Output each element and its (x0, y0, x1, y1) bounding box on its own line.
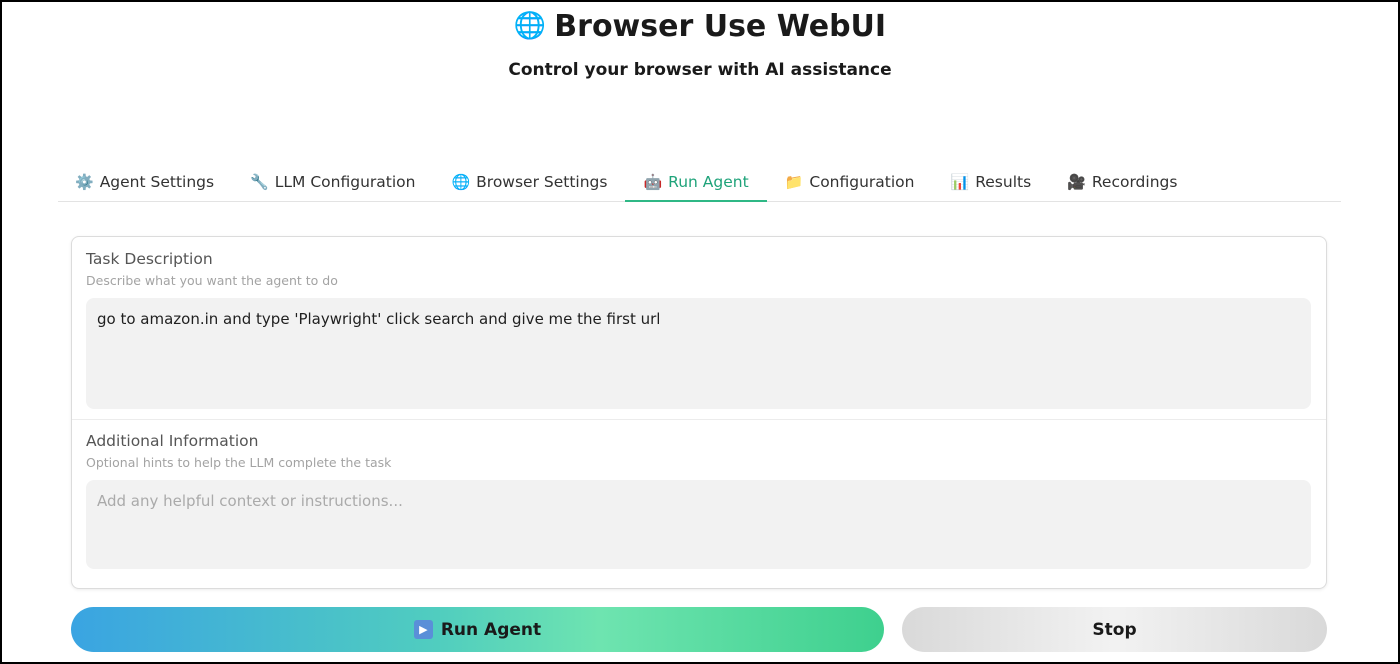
wrench-icon: 🔧 (250, 173, 269, 191)
app-window: 🌐 Browser Use WebUI Control your browser… (0, 0, 1400, 664)
tab-label: LLM Configuration (274, 173, 416, 191)
tab-recordings[interactable]: 🎥 Recordings (1049, 164, 1195, 202)
tab-configuration[interactable]: 📁 Configuration (767, 164, 933, 202)
additional-information-label: Additional Information (86, 432, 259, 450)
task-description-input[interactable]: go to amazon.in and type 'Playwright' cl… (86, 298, 1311, 409)
task-description-hint: Describe what you want the agent to do (86, 273, 338, 288)
tab-label: Agent Settings (99, 173, 215, 191)
run-agent-button[interactable]: ▶ Run Agent (71, 607, 884, 652)
stop-button-label: Stop (1092, 619, 1137, 640)
tab-results[interactable]: 📊 Results (933, 164, 1050, 202)
gear-icon: ⚙️ (75, 173, 94, 191)
task-description-section: Task Description Describe what you want … (72, 237, 1326, 409)
tab-label: Configuration (809, 173, 915, 191)
additional-information-hint: Optional hints to help the LLM complete … (86, 455, 392, 470)
additional-information-input[interactable]: Add any helpful context or instructions.… (86, 480, 1311, 569)
stop-button[interactable]: Stop (902, 607, 1327, 652)
page-title: 🌐 Browser Use WebUI (514, 6, 886, 46)
task-description-label: Task Description (86, 250, 213, 268)
page-subtitle: Control your browser with AI assistance (508, 60, 892, 80)
tab-browser-settings[interactable]: 🌐 Browser Settings (433, 164, 625, 202)
play-icon: ▶ (413, 620, 433, 639)
tab-label: Recordings (1091, 173, 1178, 191)
globe-icon: 🌐 (451, 173, 471, 191)
folder-icon: 📁 (784, 173, 804, 191)
page-title-text: Browser Use WebUI (554, 8, 887, 44)
run-agent-panel: Task Description Describe what you want … (71, 236, 1327, 589)
run-agent-button-label: Run Agent (440, 619, 542, 640)
page-header: 🌐 Browser Use WebUI Control your browser… (2, 6, 1398, 81)
tab-run-agent[interactable]: 🤖 Run Agent (625, 164, 767, 202)
tab-llm-configuration[interactable]: 🔧 LLM Configuration (232, 164, 433, 202)
globe-icon: 🌐 (513, 11, 547, 41)
bar-chart-icon: 📊 (950, 173, 970, 191)
tab-agent-settings[interactable]: ⚙️ Agent Settings (75, 164, 232, 202)
tab-label: Run Agent (668, 173, 749, 191)
additional-information-section: Additional Information Optional hints to… (72, 419, 1326, 569)
tab-bar: ⚙️ Agent Settings 🔧 LLM Configuration 🌐 … (58, 164, 1341, 202)
video-camera-icon: 🎥 (1067, 173, 1086, 191)
tab-label: Browser Settings (476, 173, 608, 191)
robot-icon: 🤖 (643, 173, 663, 191)
tab-label: Results (975, 173, 1032, 191)
